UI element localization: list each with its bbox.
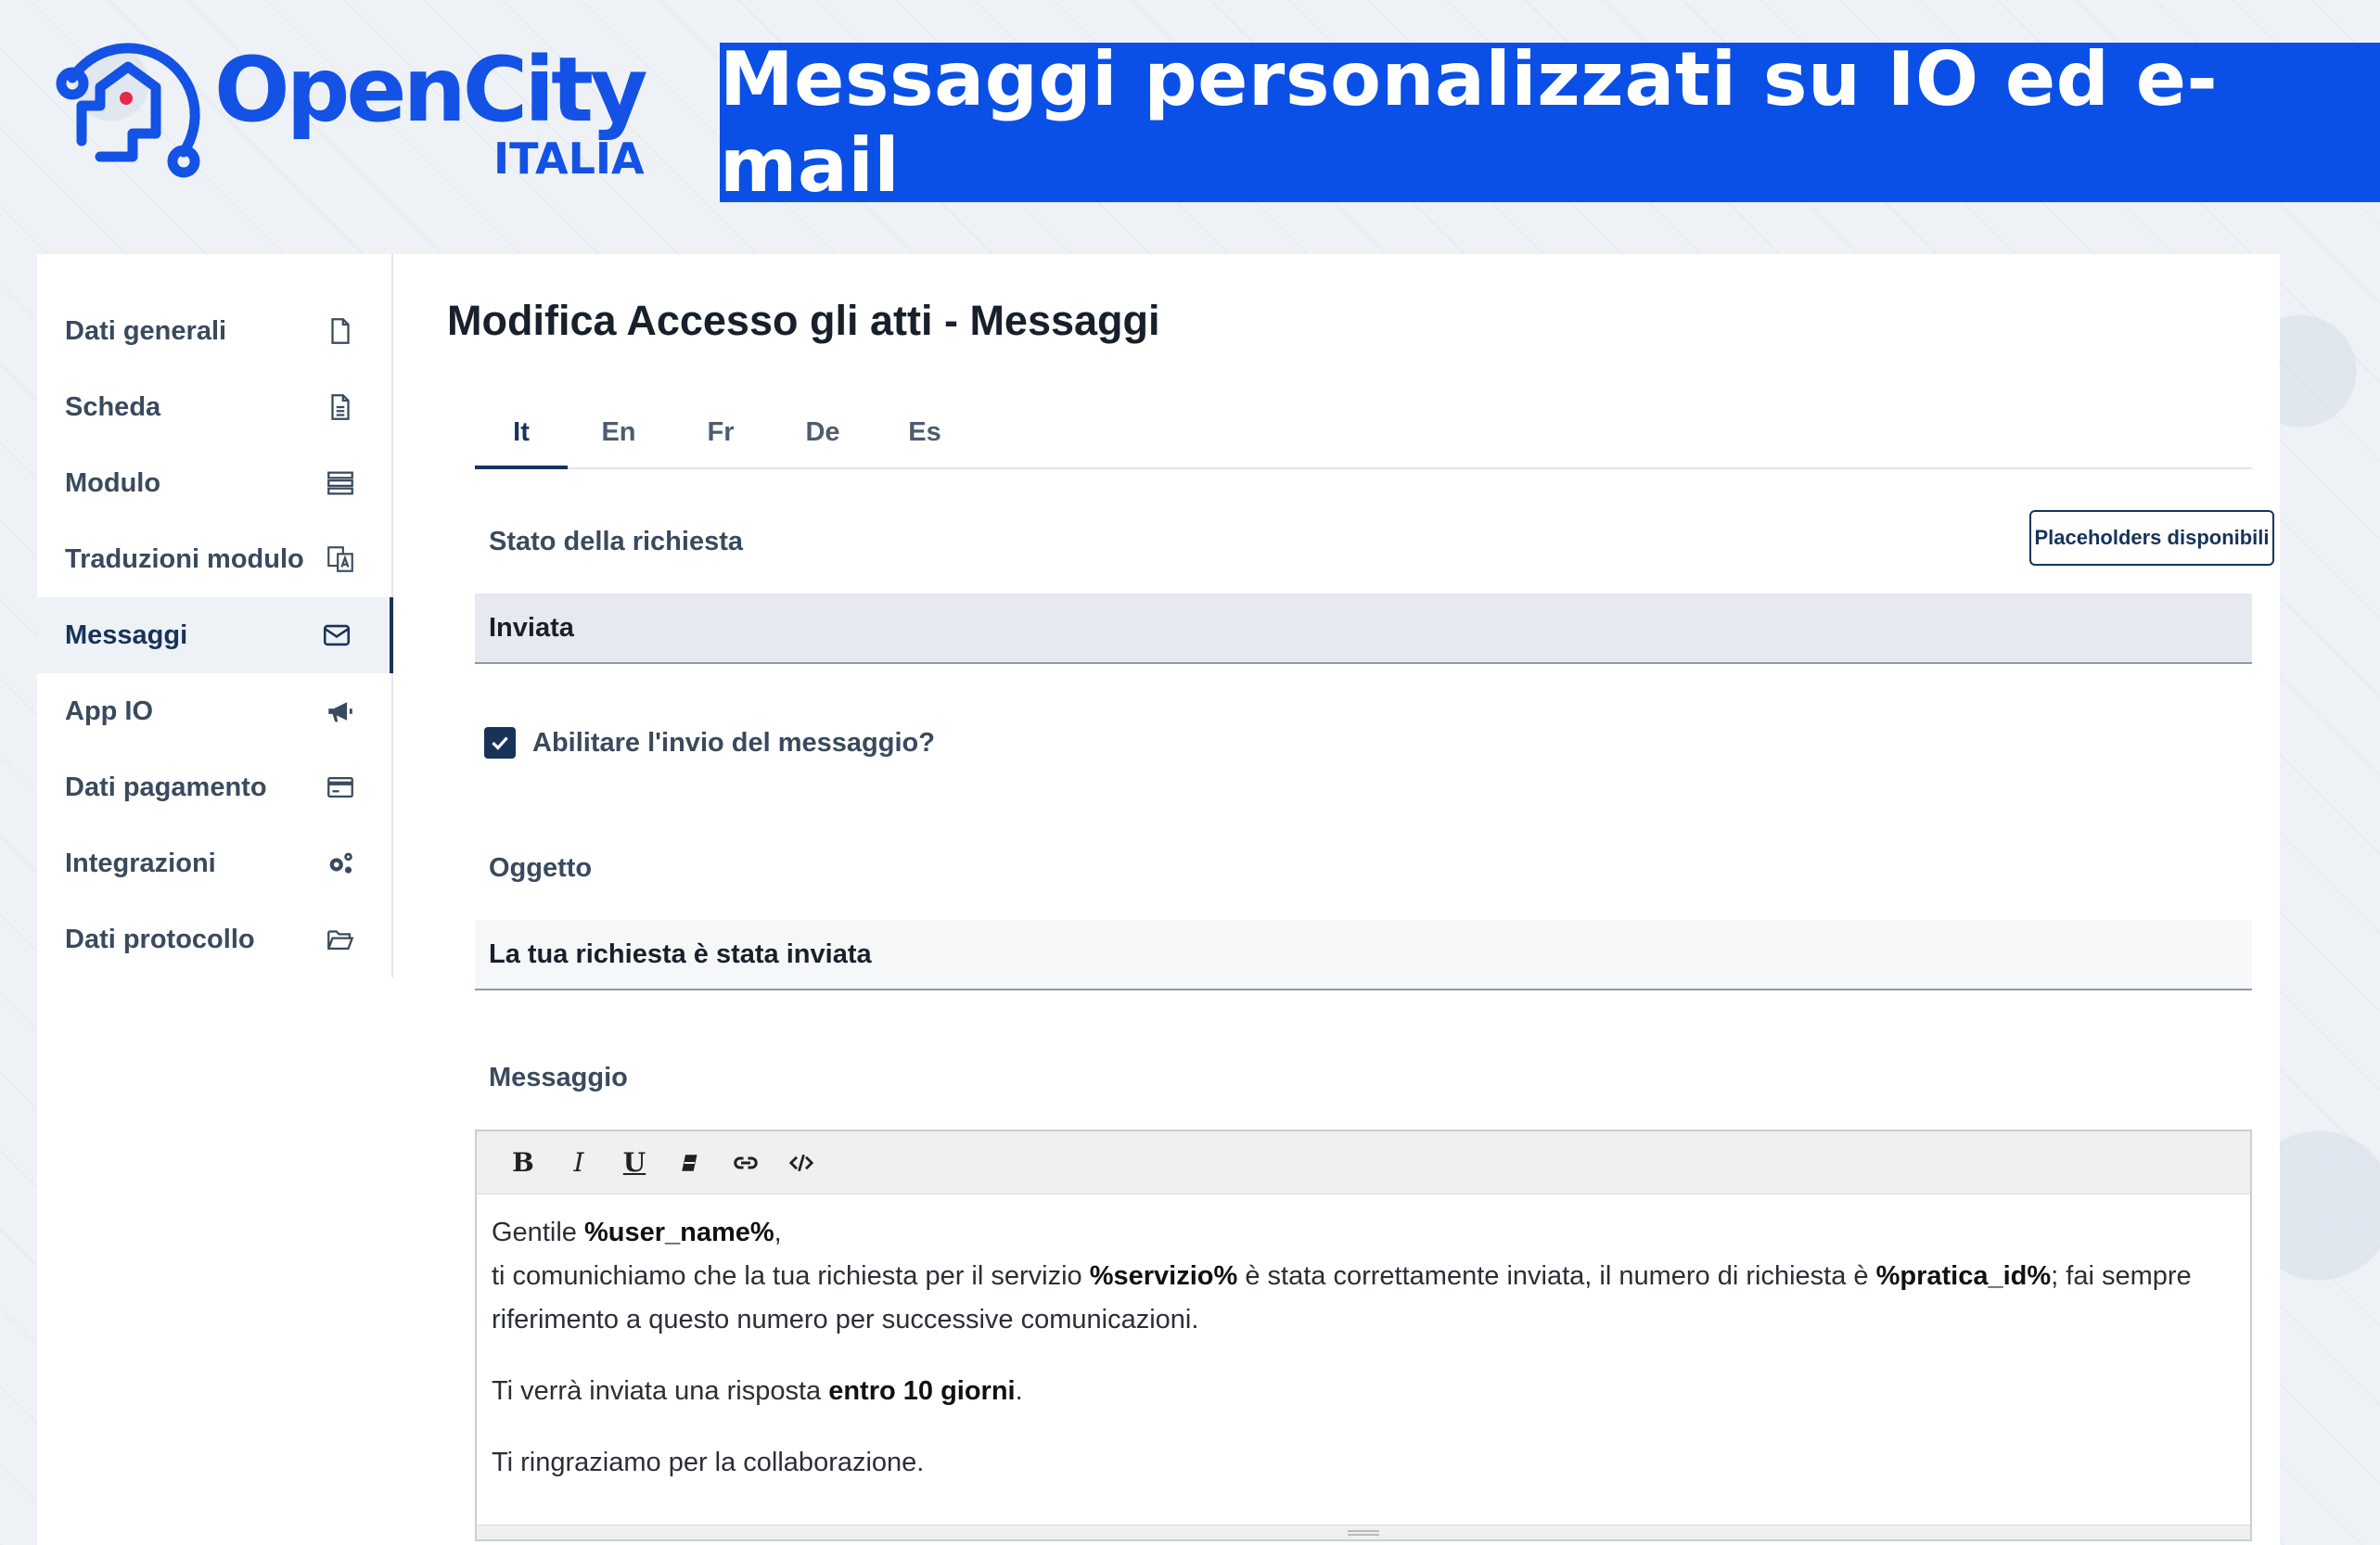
- document-lines-icon: [325, 391, 356, 423]
- gears-icon: [325, 848, 356, 879]
- code-button[interactable]: [774, 1141, 829, 1185]
- subject-label: Oggetto: [489, 853, 593, 883]
- sidebar-item-traduzioni-modulo[interactable]: Traduzioni modulo: [37, 521, 393, 597]
- grip-icon: [1348, 1529, 1379, 1536]
- subject-field[interactable]: La tua richiesta è stata inviata: [475, 920, 2252, 990]
- logo-subtitle: ITALIA: [493, 133, 645, 184]
- sidebar-item-integrazioni[interactable]: Integrazioni: [37, 825, 393, 901]
- pratica-id-placeholder: %pratica_id%: [1875, 1261, 2052, 1291]
- message-paragraph-3: Ti ringraziamo per la collaborazione.: [492, 1448, 925, 1477]
- message-text: .: [1015, 1376, 1023, 1406]
- sidebar-item-scheda[interactable]: Scheda: [37, 369, 393, 445]
- tab-it[interactable]: It: [475, 412, 568, 469]
- greeting-prefix: Gentile: [492, 1218, 584, 1247]
- banner-title: Messaggi personalizzati su IO ed e-mail: [720, 36, 2219, 209]
- italic-button[interactable]: I: [551, 1141, 607, 1185]
- file-icon: [325, 315, 356, 347]
- placeholders-button[interactable]: Placeholders disponibili: [2029, 510, 2274, 566]
- opencity-logo: OpenCity ITALIA: [45, 32, 648, 194]
- user-name-placeholder: %user_name%: [583, 1218, 774, 1247]
- sidebar-item-dati-protocollo[interactable]: Dati protocollo: [37, 901, 393, 977]
- title-banner: Messaggi personalizzati su IO ed e-mail: [720, 36, 2380, 209]
- folder-open-icon: [325, 924, 356, 955]
- message-text: ti comunichiamo che la tua richiesta per…: [492, 1261, 1090, 1291]
- tab-es[interactable]: Es: [874, 412, 976, 469]
- sidebar-item-app-io[interactable]: App IO: [37, 673, 393, 749]
- sidebar-item-dati-pagamento[interactable]: Dati pagamento: [37, 749, 393, 825]
- translate-icon: [325, 543, 356, 575]
- eraser-icon: [682, 1154, 697, 1171]
- bold-button[interactable]: B: [495, 1141, 551, 1185]
- sidebar-item-label: App IO: [65, 696, 154, 726]
- main-content: Modifica Accesso gli atti - Messaggi It …: [447, 254, 2280, 1545]
- status-select[interactable]: Inviata: [475, 594, 2252, 664]
- sidebar-nav: Dati generali Scheda Modulo Traduzioni m…: [37, 254, 393, 977]
- tab-fr[interactable]: Fr: [670, 412, 772, 469]
- eraser-button[interactable]: [662, 1141, 718, 1185]
- sidebar-item-label: Messaggi: [65, 619, 188, 650]
- sidebar-item-dati-generali[interactable]: Dati generali: [37, 293, 393, 369]
- credit-card-icon: [325, 772, 356, 803]
- sidebar-item-label: Scheda: [65, 391, 161, 422]
- status-label: Stato della richiesta: [489, 527, 743, 556]
- opencity-house-icon: [56, 43, 200, 178]
- editor-toolbar: B I U: [477, 1131, 2250, 1194]
- sidebar-item-label: Dati generali: [65, 315, 227, 346]
- envelope-icon: [321, 619, 352, 651]
- language-tabs: It En Fr De Es: [475, 412, 2252, 469]
- enable-message-label: Abilitare l'invio del messaggio?: [532, 727, 935, 758]
- editor-resize-handle[interactable]: [477, 1525, 2250, 1539]
- server-icon: [325, 467, 356, 499]
- message-text: è stata correttamente inviata, il numero…: [1237, 1261, 1876, 1291]
- link-icon: [734, 1156, 758, 1168]
- sidebar-item-label: Dati pagamento: [65, 772, 267, 802]
- page-title: Modifica Accesso gli atti - Messaggi: [447, 297, 1160, 344]
- message-paragraph-2: Ti verrà inviata una risposta entro 10 g…: [492, 1370, 2235, 1413]
- servizio-placeholder: %servizio%: [1089, 1261, 1238, 1291]
- greeting-suffix: ,: [774, 1218, 782, 1247]
- sidebar-item-label: Traduzioni modulo: [65, 543, 304, 574]
- message-bold-text: entro 10 giorni: [828, 1376, 1016, 1406]
- message-body[interactable]: Gentile %user_name%, ti comunichiamo che …: [477, 1194, 2250, 1529]
- sidebar-item-label: Modulo: [65, 467, 161, 498]
- logo-title: OpenCity: [214, 37, 648, 142]
- sidebar-item-label: Dati protocollo: [65, 924, 255, 954]
- tab-de[interactable]: De: [772, 412, 874, 469]
- megaphone-icon: [325, 696, 356, 727]
- tab-en[interactable]: En: [568, 412, 670, 469]
- settings-card: Dati generali Scheda Modulo Traduzioni m…: [37, 254, 2280, 1545]
- message-editor: B I U Gentile %user_name%, ti comunichiam…: [475, 1130, 2252, 1541]
- sidebar-item-modulo[interactable]: Modulo: [37, 445, 393, 521]
- link-button[interactable]: [718, 1141, 774, 1185]
- sidebar-item-messaggi[interactable]: Messaggi: [37, 597, 393, 673]
- underline-button[interactable]: U: [607, 1141, 662, 1185]
- code-icon: [788, 1154, 814, 1171]
- message-label: Messaggio: [489, 1063, 628, 1092]
- sidebar-item-label: Integrazioni: [65, 848, 216, 878]
- checkmark-icon: [492, 736, 508, 750]
- enable-message-checkbox[interactable]: [484, 727, 516, 759]
- enable-message-row: Abilitare l'invio del messaggio?: [484, 727, 935, 759]
- message-text: Ti verrà inviata una risposta: [492, 1376, 829, 1406]
- message-paragraph-1: Gentile %user_name%, ti comunichiamo che …: [492, 1211, 2235, 1342]
